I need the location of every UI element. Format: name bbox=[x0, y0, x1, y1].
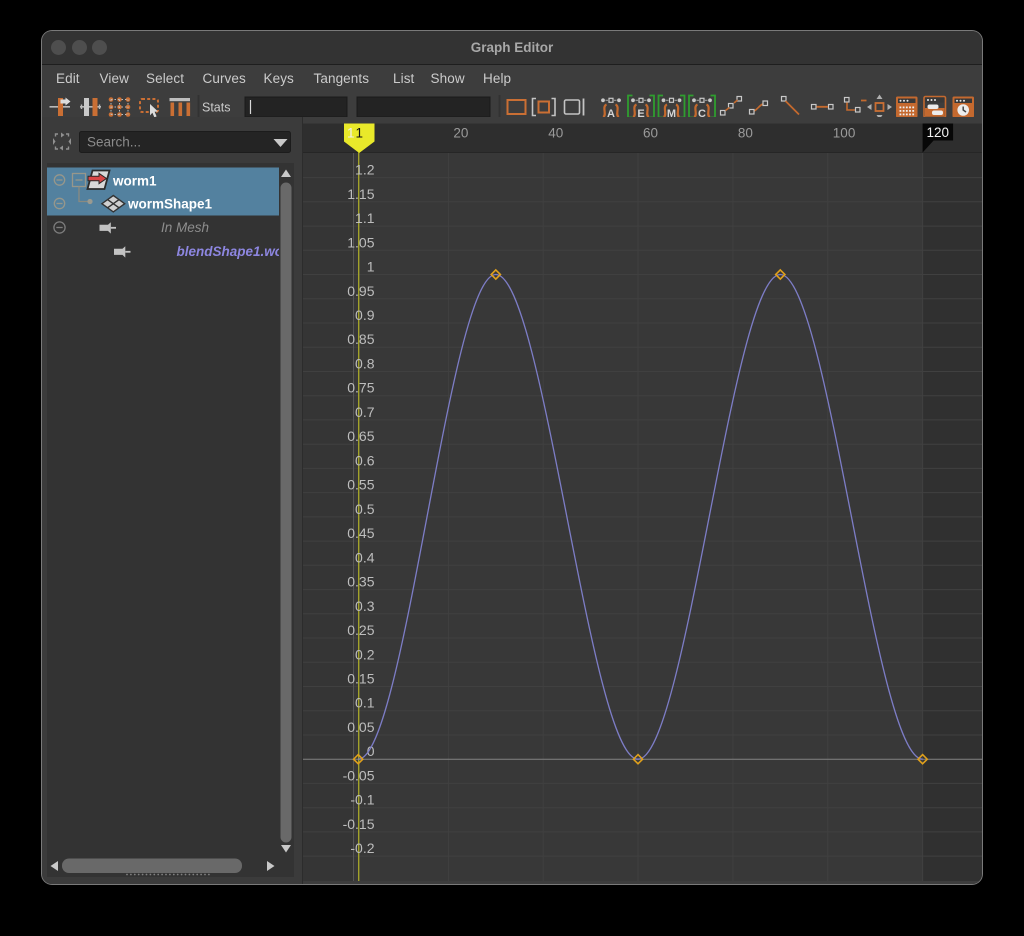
svg-text:wormShape1: wormShape1 bbox=[127, 197, 213, 212]
svg-text:Stats: Stats bbox=[202, 101, 231, 115]
svg-text:1.1: 1.1 bbox=[355, 210, 375, 226]
svg-text:120: 120 bbox=[927, 125, 950, 140]
svg-text:0.35: 0.35 bbox=[347, 574, 374, 590]
svg-text:0.85: 0.85 bbox=[347, 331, 374, 347]
svg-text:0.1: 0.1 bbox=[355, 695, 375, 711]
svg-text:0.4: 0.4 bbox=[355, 549, 375, 565]
svg-text:worm1: worm1 bbox=[112, 174, 157, 189]
svg-text:100: 100 bbox=[833, 126, 856, 141]
svg-text:-0.15: -0.15 bbox=[343, 816, 375, 832]
svg-text:40: 40 bbox=[548, 126, 563, 141]
svg-text:-0.2: -0.2 bbox=[350, 840, 374, 856]
svg-text:0.9: 0.9 bbox=[355, 307, 375, 323]
svg-text:0.5: 0.5 bbox=[355, 501, 375, 517]
svg-text:0.2: 0.2 bbox=[355, 646, 375, 662]
svg-text:0.45: 0.45 bbox=[347, 525, 374, 541]
svg-text:-0.05: -0.05 bbox=[343, 767, 375, 783]
svg-text:1: 1 bbox=[367, 259, 375, 275]
svg-text:0.3: 0.3 bbox=[355, 598, 375, 614]
svg-text:0.75: 0.75 bbox=[347, 380, 374, 396]
svg-text:80: 80 bbox=[738, 126, 753, 141]
svg-text:0.95: 0.95 bbox=[347, 283, 374, 299]
svg-text:20: 20 bbox=[453, 126, 468, 141]
svg-text:Search...: Search... bbox=[87, 135, 141, 150]
svg-text:0.7: 0.7 bbox=[355, 404, 375, 420]
svg-text:0.6: 0.6 bbox=[355, 452, 375, 468]
svg-text:0.05: 0.05 bbox=[347, 719, 374, 735]
svg-text:1: 1 bbox=[356, 126, 364, 141]
svg-text:In Mesh: In Mesh bbox=[161, 220, 209, 235]
svg-text:0.8: 0.8 bbox=[355, 356, 375, 372]
svg-text:1.15: 1.15 bbox=[347, 186, 374, 202]
svg-text:1: 1 bbox=[347, 126, 355, 141]
svg-text:1.05: 1.05 bbox=[347, 234, 374, 250]
svg-text:0.15: 0.15 bbox=[347, 671, 374, 687]
svg-text:1.2: 1.2 bbox=[355, 162, 375, 178]
svg-text:0.55: 0.55 bbox=[347, 477, 374, 493]
svg-text:0.65: 0.65 bbox=[347, 428, 374, 444]
svg-text:60: 60 bbox=[643, 126, 658, 141]
svg-text:-0.1: -0.1 bbox=[350, 792, 374, 808]
svg-text:0.25: 0.25 bbox=[347, 622, 374, 638]
